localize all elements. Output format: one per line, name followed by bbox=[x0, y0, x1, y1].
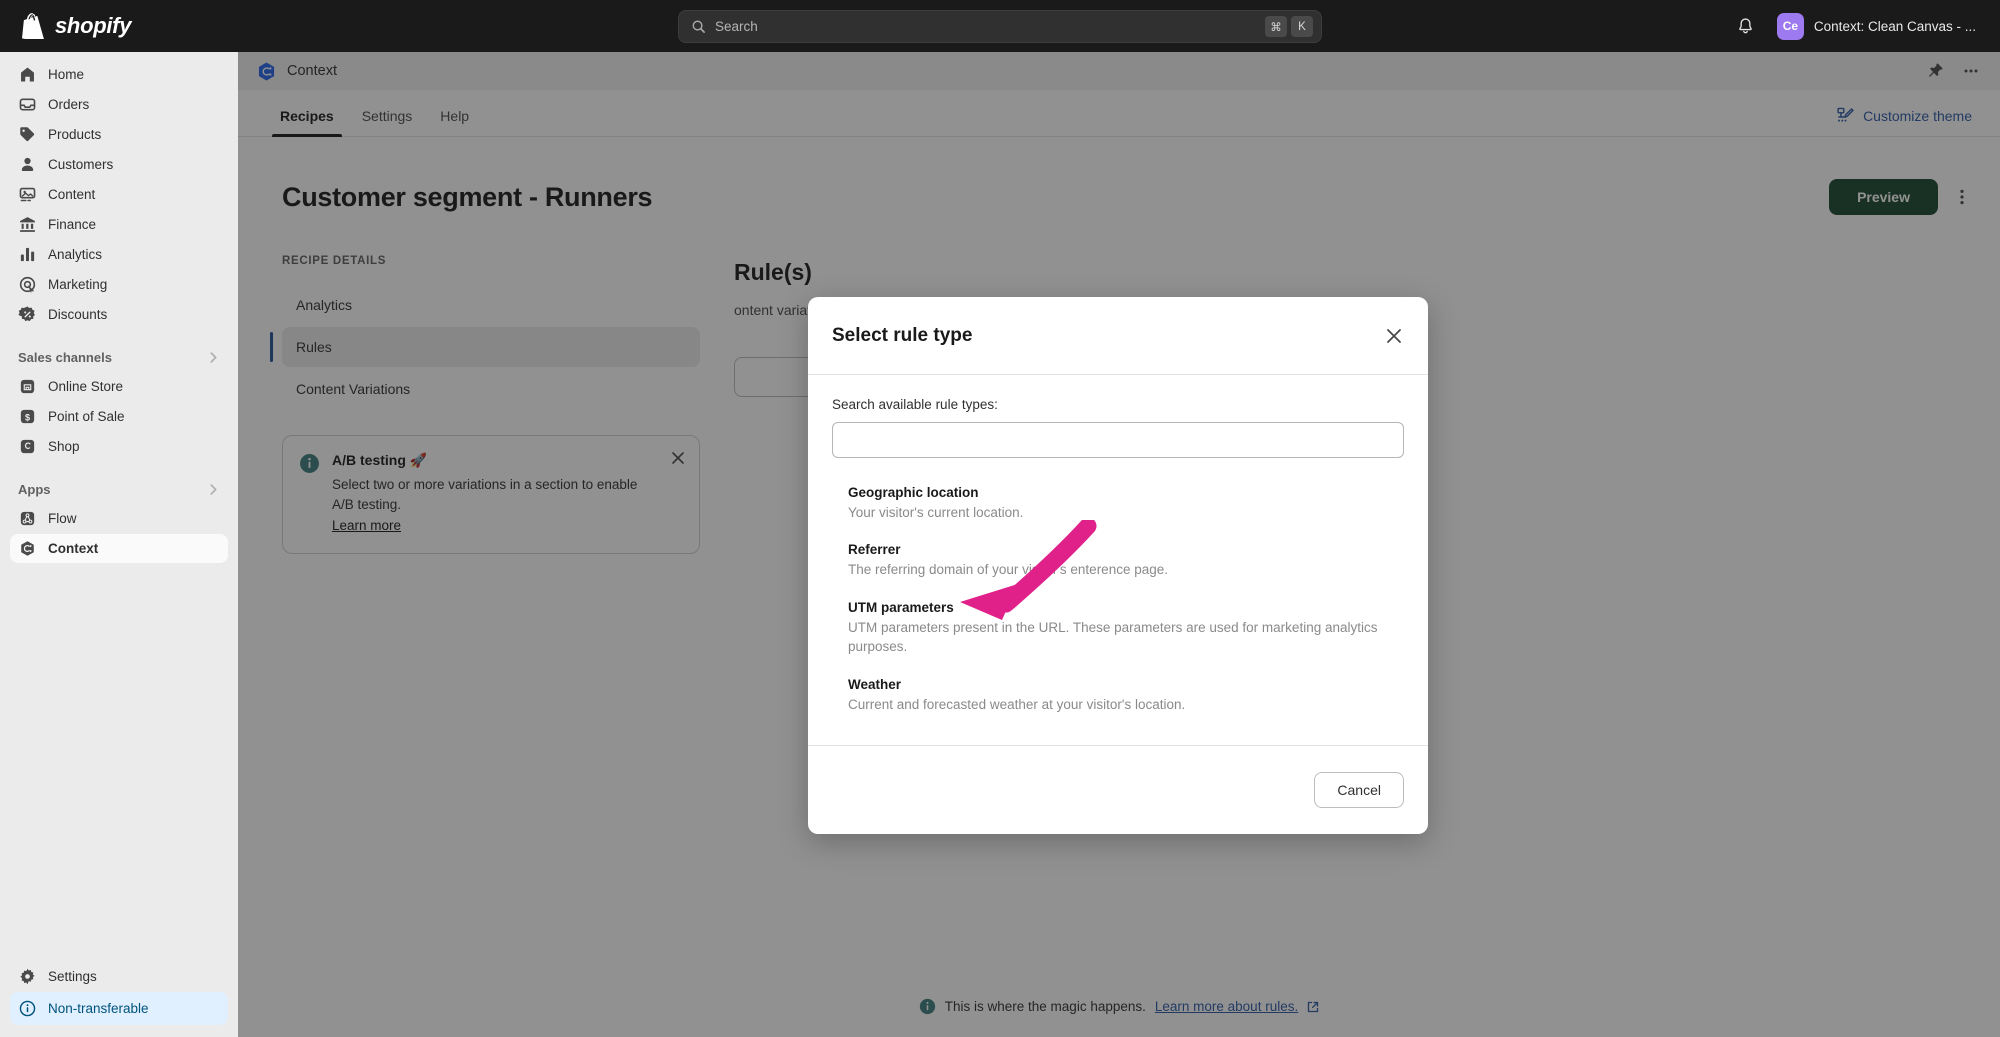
sidebar-item-label: Home bbox=[48, 67, 84, 82]
person-icon bbox=[18, 155, 37, 174]
sidebar-group-label: Sales channels bbox=[18, 350, 112, 365]
modal-footer: Cancel bbox=[808, 745, 1428, 834]
chevron-right-icon bbox=[207, 351, 220, 364]
content-icon bbox=[18, 185, 37, 204]
rule-type-name: Weather bbox=[848, 677, 1404, 692]
close-icon[interactable] bbox=[1384, 326, 1404, 346]
rule-type-item-referrer[interactable]: Referrer The referring domain of your vi… bbox=[832, 542, 1404, 580]
search-rule-types-input[interactable] bbox=[832, 422, 1404, 458]
chevron-right-icon bbox=[207, 483, 220, 496]
search-icon bbox=[691, 19, 706, 34]
discount-icon bbox=[18, 305, 37, 324]
sidebar-item-label: Orders bbox=[48, 97, 89, 112]
sidebar-item-label: Products bbox=[48, 127, 101, 142]
sidebar-item-label: Settings bbox=[48, 969, 97, 984]
bank-icon bbox=[18, 215, 37, 234]
store-switcher[interactable]: Ce Context: Clean Canvas - ... bbox=[1769, 9, 1984, 44]
sidebar-item-customers[interactable]: Customers bbox=[10, 150, 228, 179]
modal-title: Select rule type bbox=[832, 325, 972, 347]
status-badge-label: Non-transferable bbox=[48, 1001, 149, 1016]
rule-type-description: UTM parameters present in the URL. These… bbox=[848, 618, 1404, 657]
shopify-bag-icon bbox=[22, 13, 46, 39]
flow-icon bbox=[18, 509, 37, 528]
main-sidebar: Home Orders Products Customers Content F… bbox=[0, 52, 238, 1037]
shop-icon bbox=[18, 437, 37, 456]
target-icon bbox=[18, 275, 37, 294]
gear-icon bbox=[18, 967, 37, 986]
top-bar-right: Ce Context: Clean Canvas - ... bbox=[1736, 0, 1984, 52]
sidebar-item-home[interactable]: Home bbox=[10, 60, 228, 89]
orders-icon bbox=[18, 95, 37, 114]
kbd-cmd: ⌘ bbox=[1265, 16, 1287, 37]
rule-type-description: Current date at your visitor's location. bbox=[848, 464, 1404, 465]
sidebar-item-online-store[interactable]: Online Store bbox=[10, 372, 228, 401]
sidebar-item-point-of-sale[interactable]: $ Point of Sale bbox=[10, 402, 228, 431]
sidebar-item-shop[interactable]: Shop bbox=[10, 432, 228, 461]
rule-type-description: Your visitor's current location. bbox=[848, 503, 1404, 523]
sidebar-item-label: Marketing bbox=[48, 277, 107, 292]
sidebar-item-finance[interactable]: Finance bbox=[10, 210, 228, 239]
sidebar-group-apps[interactable]: Apps bbox=[10, 474, 228, 504]
tag-icon bbox=[18, 125, 37, 144]
store-name: Context: Clean Canvas - ... bbox=[1814, 19, 1976, 34]
sidebar-item-label: Customers bbox=[48, 157, 113, 172]
context-icon bbox=[18, 539, 37, 558]
bell-icon[interactable] bbox=[1736, 17, 1755, 36]
sidebar-item-orders[interactable]: Orders bbox=[10, 90, 228, 119]
sidebar-item-discounts[interactable]: Discounts bbox=[10, 300, 228, 329]
cancel-button[interactable]: Cancel bbox=[1314, 772, 1404, 808]
sidebar-item-context[interactable]: Context bbox=[10, 534, 228, 563]
sidebar-item-label: Context bbox=[48, 541, 98, 556]
storefront-icon bbox=[18, 377, 37, 396]
rule-type-item-utm-parameters[interactable]: UTM parameters UTM parameters present in… bbox=[832, 600, 1404, 657]
sidebar-item-content[interactable]: Content bbox=[10, 180, 228, 209]
shopify-logo[interactable]: shopify bbox=[22, 13, 131, 39]
rule-type-name: Geographic location bbox=[848, 485, 1404, 500]
rule-type-item-geographic-location[interactable]: Geographic location Your visitor's curre… bbox=[832, 485, 1404, 523]
bar-chart-icon bbox=[18, 245, 37, 264]
sidebar-group-label: Apps bbox=[18, 482, 51, 497]
sidebar-item-label: Point of Sale bbox=[48, 409, 125, 424]
sidebar-item-products[interactable]: Products bbox=[10, 120, 228, 149]
sidebar-item-marketing[interactable]: Marketing bbox=[10, 270, 228, 299]
rule-type-item-clipped[interactable]: Current date at your visitor's location. bbox=[832, 464, 1404, 465]
sidebar-item-label: Finance bbox=[48, 217, 96, 232]
sidebar-spacer bbox=[10, 564, 228, 962]
sidebar-item-label: Content bbox=[48, 187, 95, 202]
select-rule-type-modal: Select rule type Search available rule t… bbox=[808, 297, 1428, 834]
sidebar-group-sales-channels[interactable]: Sales channels bbox=[10, 342, 228, 372]
rule-type-description: Current and forecasted weather at your v… bbox=[848, 695, 1404, 715]
pos-icon: $ bbox=[18, 407, 37, 426]
sidebar-item-flow[interactable]: Flow bbox=[10, 504, 228, 533]
search-rule-types-label: Search available rule types: bbox=[832, 397, 1404, 412]
rule-type-description: The referring domain of your visitor's e… bbox=[848, 560, 1404, 580]
rule-type-list[interactable]: Current date at your visitor's location.… bbox=[832, 464, 1404, 745]
kbd-k: K bbox=[1291, 16, 1313, 37]
rule-type-item-weather[interactable]: Weather Current and forecasted weather a… bbox=[832, 677, 1404, 715]
status-badge: Non-transferable bbox=[10, 992, 228, 1025]
svg-text:$: $ bbox=[25, 412, 30, 422]
global-search-bar[interactable]: Search ⌘ K bbox=[678, 10, 1322, 43]
sidebar-item-analytics[interactable]: Analytics bbox=[10, 240, 228, 269]
home-icon bbox=[18, 65, 37, 84]
sidebar-item-label: Discounts bbox=[48, 307, 107, 322]
rule-type-name: Referrer bbox=[848, 542, 1404, 557]
modal-header: Select rule type bbox=[808, 297, 1428, 375]
info-icon bbox=[18, 999, 37, 1018]
sidebar-item-label: Flow bbox=[48, 511, 77, 526]
sidebar-item-label: Analytics bbox=[48, 247, 102, 262]
top-bar: shopify Search ⌘ K Ce Context: Clean Can… bbox=[0, 0, 2000, 52]
modal-body: Search available rule types: Current dat… bbox=[808, 375, 1428, 745]
sidebar-item-settings[interactable]: Settings bbox=[10, 962, 228, 991]
sidebar-item-label: Shop bbox=[48, 439, 80, 454]
search-placeholder: Search bbox=[715, 19, 1261, 34]
brand-name: shopify bbox=[55, 13, 131, 39]
avatar: Ce bbox=[1777, 13, 1804, 40]
rule-type-name: UTM parameters bbox=[848, 600, 1404, 615]
sidebar-item-label: Online Store bbox=[48, 379, 123, 394]
